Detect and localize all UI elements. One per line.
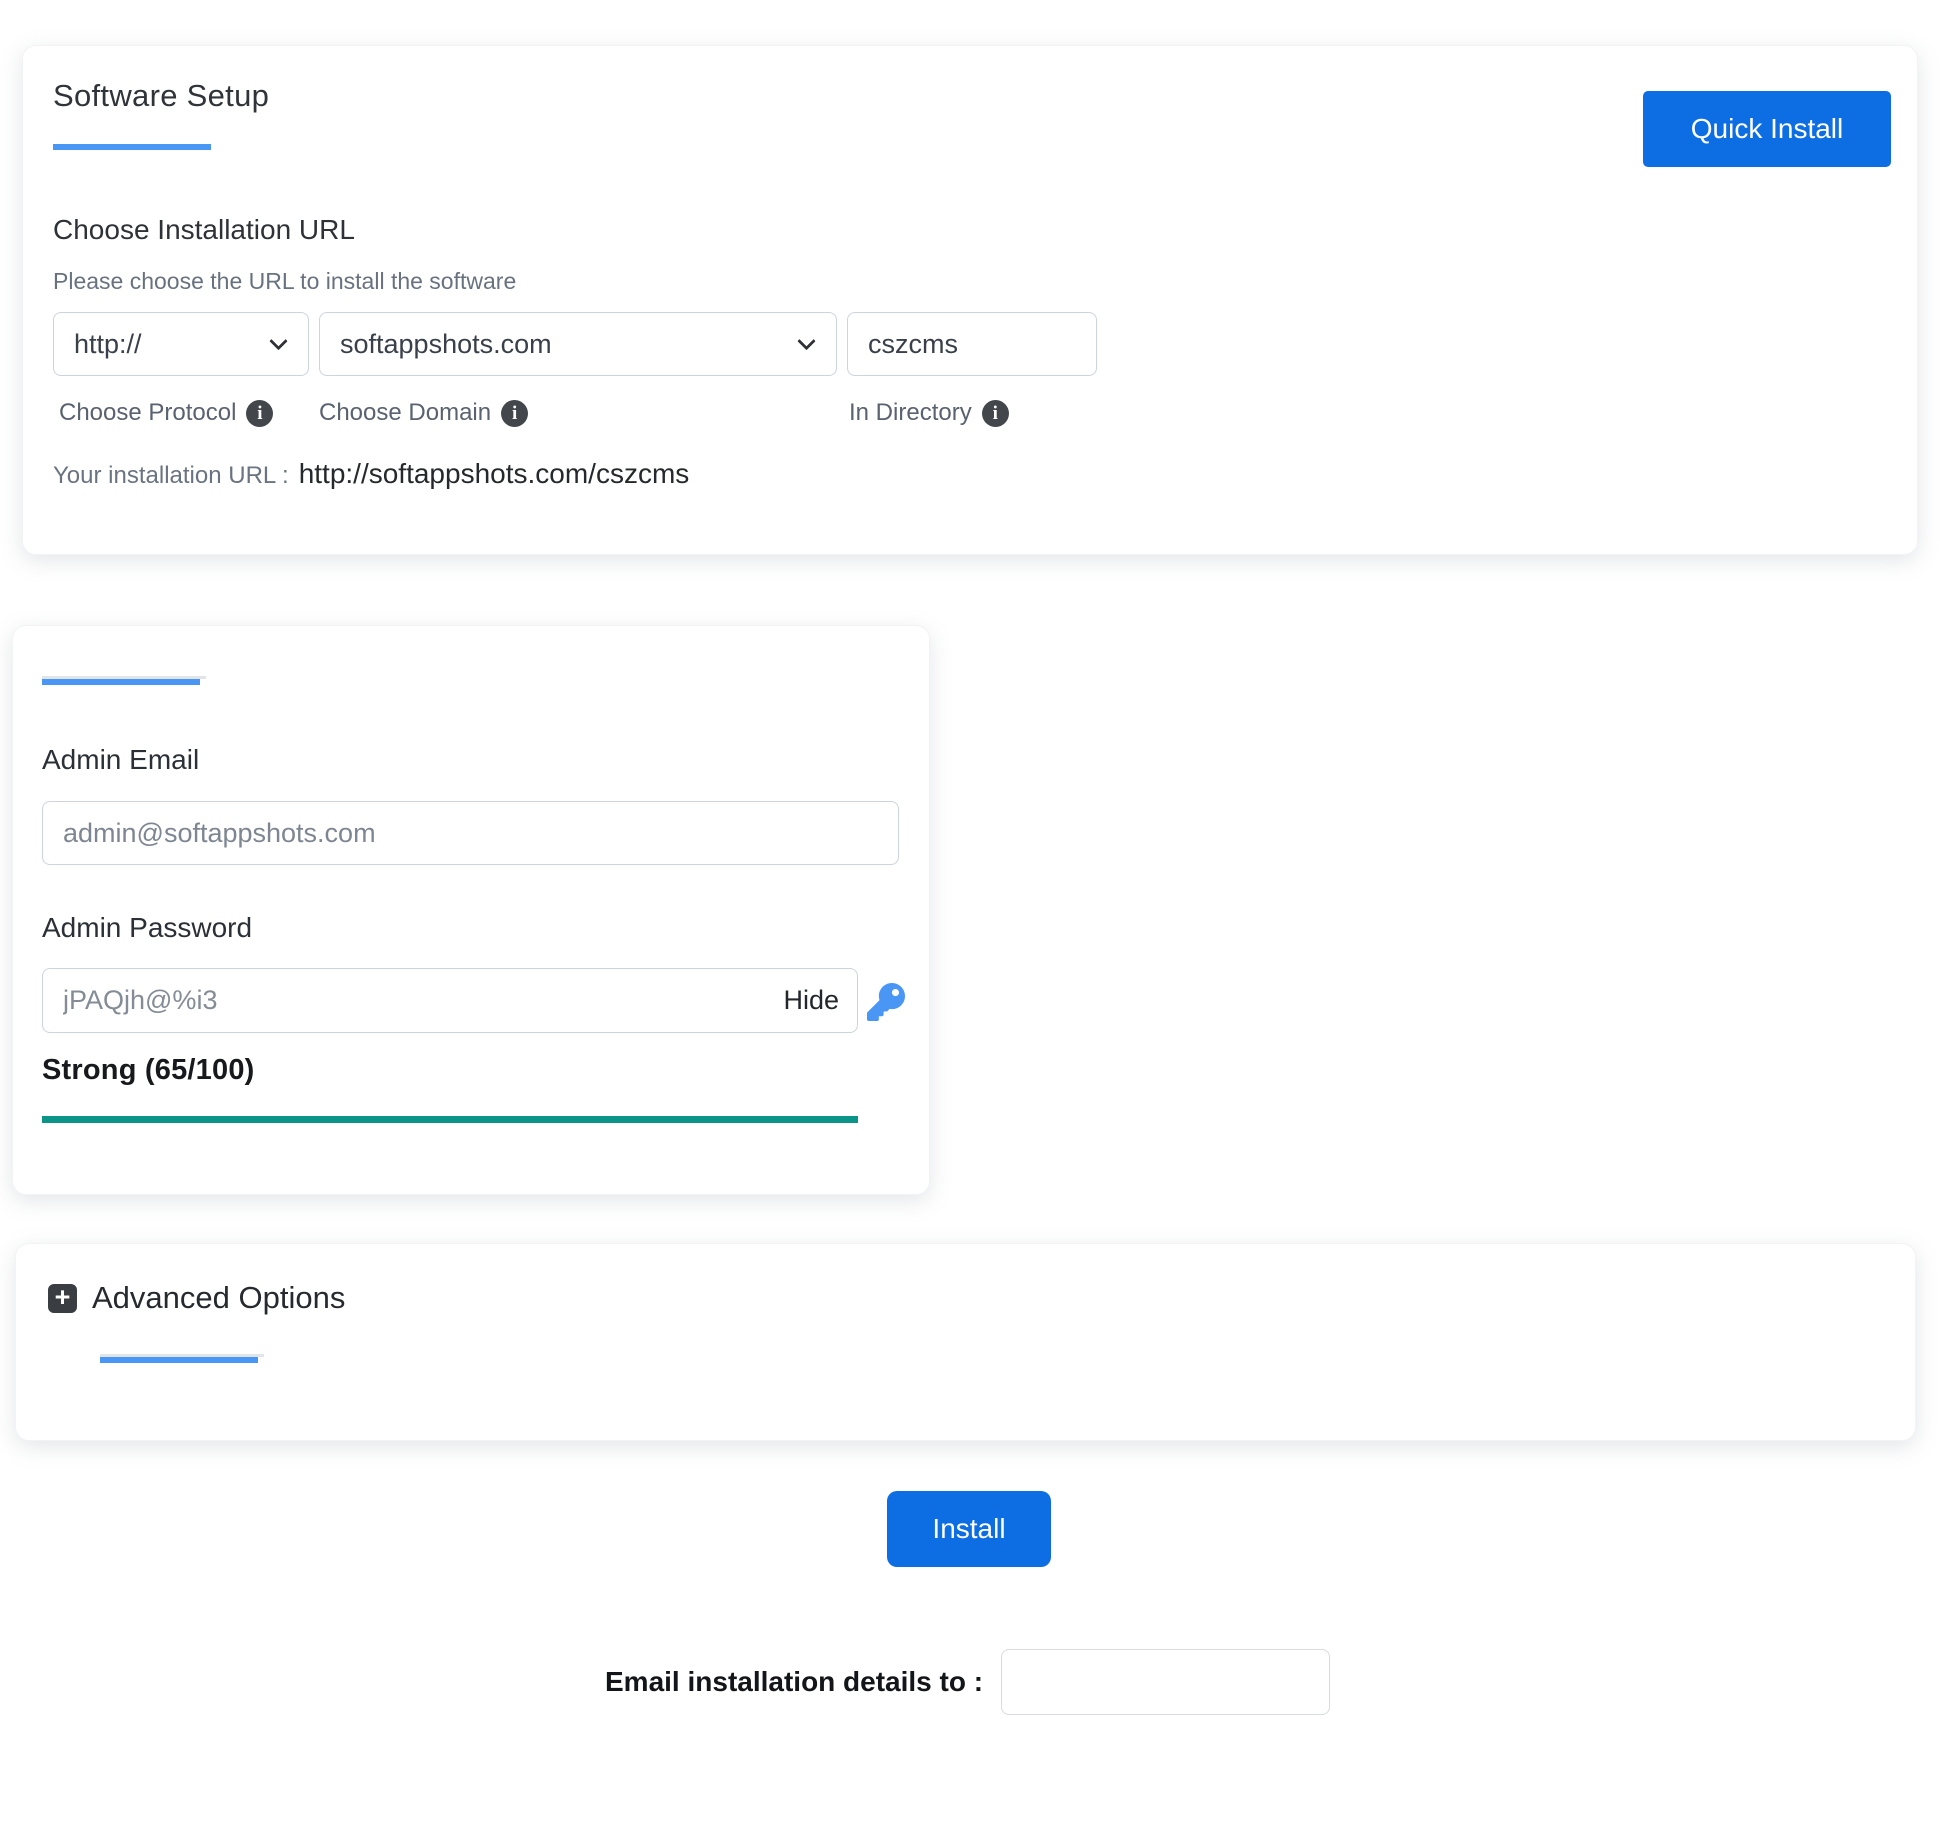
directory-label: In Directory i bbox=[849, 399, 1009, 427]
install-button[interactable]: Install bbox=[887, 1491, 1051, 1567]
password-strength-bar bbox=[42, 1116, 858, 1123]
installation-url-value: http://softappshots.com/cszcms bbox=[298, 458, 690, 489]
advanced-tab-underline bbox=[100, 1354, 264, 1363]
email-details-input[interactable] bbox=[1001, 1649, 1330, 1715]
quick-install-button[interactable]: Quick Install bbox=[1643, 91, 1891, 167]
info-icon[interactable]: i bbox=[246, 399, 274, 427]
advanced-options-title: Advanced Options bbox=[92, 1280, 346, 1315]
software-setup-card: Software Setup Quick Install Choose Inst… bbox=[22, 45, 1918, 555]
plus-square-icon[interactable]: + bbox=[48, 1283, 77, 1313]
password-strength-text: Strong (65/100) bbox=[42, 1054, 255, 1086]
protocol-select-wrap: http:// bbox=[53, 312, 309, 376]
underline-bar bbox=[42, 679, 200, 685]
directory-label-text: In Directory bbox=[849, 399, 972, 426]
admin-password-field: Hide bbox=[42, 968, 858, 1033]
info-icon[interactable]: i bbox=[501, 399, 529, 427]
admin-tab-underline bbox=[42, 676, 206, 685]
domain-label-text: Choose Domain bbox=[319, 399, 492, 426]
domain-select[interactable]: softappshots.com bbox=[319, 312, 837, 376]
underline-bar bbox=[100, 1357, 258, 1363]
admin-email-input[interactable] bbox=[42, 801, 899, 865]
admin-email-label: Admin Email bbox=[42, 744, 200, 775]
advanced-options-card: + Advanced Options bbox=[15, 1243, 1916, 1441]
admin-password-input[interactable] bbox=[63, 985, 784, 1016]
title-underline bbox=[53, 142, 217, 151]
directory-input[interactable] bbox=[847, 312, 1097, 376]
url-fields-row: http:// softappshots.com bbox=[53, 312, 1097, 376]
info-icon[interactable]: i bbox=[981, 399, 1009, 427]
protocol-label-text: Choose Protocol bbox=[59, 399, 237, 426]
page-title: Software Setup bbox=[53, 78, 270, 113]
choose-url-heading: Choose Installation URL bbox=[53, 214, 355, 245]
domain-label: Choose Domain i bbox=[319, 399, 529, 427]
installation-url-line: Your installation URL : http://softappsh… bbox=[53, 458, 689, 490]
choose-url-subheading: Please choose the URL to install the sof… bbox=[53, 268, 517, 294]
advanced-options-toggle[interactable]: + Advanced Options bbox=[48, 1280, 345, 1316]
admin-password-label: Admin Password bbox=[42, 912, 253, 943]
key-icon[interactable] bbox=[867, 982, 905, 1022]
email-details-label: Email installation details to : bbox=[605, 1666, 984, 1697]
protocol-label: Choose Protocol i bbox=[59, 399, 274, 427]
admin-settings-card: Admin Email Admin Password Hide Strong (… bbox=[12, 625, 930, 1195]
underline-bar bbox=[53, 144, 211, 150]
password-hide-toggle[interactable]: Hide bbox=[783, 985, 839, 1016]
installation-url-label: Your installation URL : bbox=[53, 462, 289, 489]
protocol-select[interactable]: http:// bbox=[53, 312, 309, 376]
domain-select-wrap: softappshots.com bbox=[319, 312, 837, 376]
